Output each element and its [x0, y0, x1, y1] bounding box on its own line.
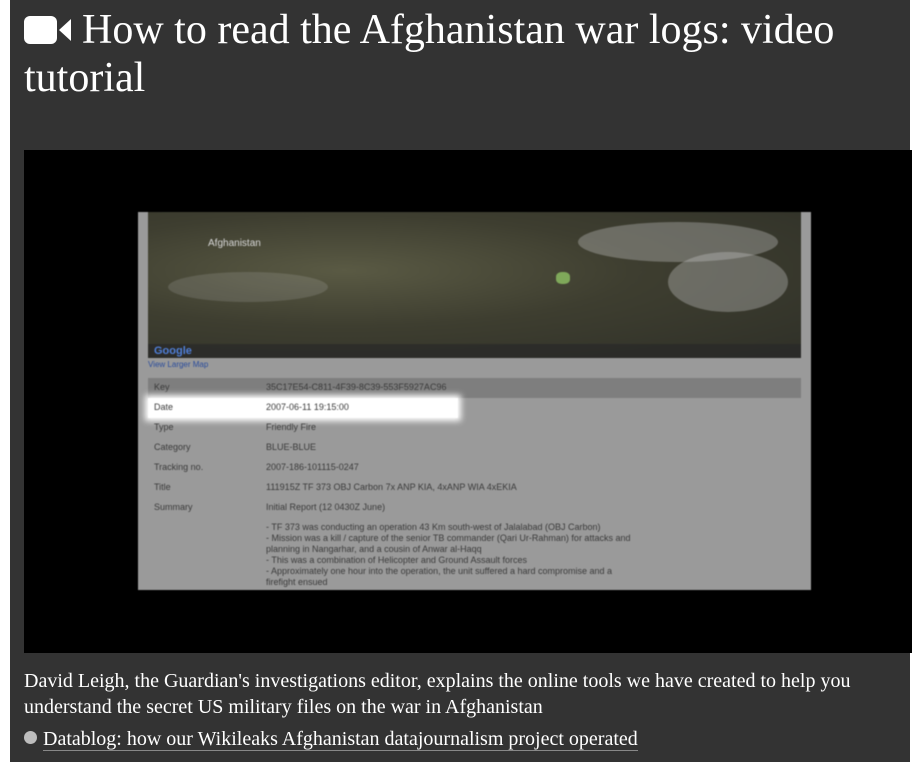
google-logo: Google [154, 345, 192, 357]
article-panel: How to read the Afghanistan war logs: vi… [10, 0, 912, 762]
view-larger-map-link: View Larger Map [148, 360, 209, 369]
map-footer [148, 344, 801, 358]
log-table: Key 35C17E54-C811-4F39-8C39-553F5927AC96… [148, 378, 801, 518]
video-frame[interactable]: Afghanistan Google View Larger Map Key 3… [138, 212, 811, 590]
summary-line: firefight ensued [266, 577, 328, 587]
map-label: Afghanistan [208, 238, 261, 249]
row-value: 111915Z TF 373 OBJ Carbon 7x ANP KIA, 4x… [266, 482, 517, 492]
table-row: Tracking no. 2007-186-101115-0247 [148, 458, 801, 478]
row-key: Key [154, 382, 170, 392]
row-value: Friendly Fire [266, 422, 317, 432]
row-value: Initial Report (12 0430Z June) [266, 502, 386, 512]
table-row: Category BLUE-BLUE [148, 438, 801, 458]
table-row: Title 111915Z TF 373 OBJ Carbon 7x ANP K… [148, 478, 801, 498]
datablog-link[interactable]: Datablog: how our Wikileaks Afghanistan … [43, 728, 638, 751]
page-title-text: How to read the Afghanistan war logs: vi… [24, 7, 835, 101]
summary-line: planning in Nangarhar, and a cousin of A… [266, 544, 482, 554]
row-key: Title [154, 482, 171, 492]
row-value: 2007-186-101115-0247 [266, 462, 359, 472]
row-value: 35C17E54-C811-4F39-8C39-553F5927AC96 [266, 382, 447, 392]
table-row: Key 35C17E54-C811-4F39-8C39-553F5927AC96 [148, 378, 801, 398]
summary-line: - This was a combination of Helicopter a… [266, 555, 527, 565]
row-key: Tracking no. [154, 462, 204, 472]
map-highlight [556, 272, 570, 284]
row-value: BLUE-BLUE [266, 442, 317, 452]
summary-line: - TF 373 was conducting an operation 43 … [266, 522, 601, 532]
map-thumbnail: Afghanistan Google [148, 212, 801, 358]
page-title: How to read the Afghanistan war logs: vi… [24, 6, 904, 102]
table-row: Summary Initial Report (12 0430Z June) [148, 498, 801, 518]
row-key: Category [154, 442, 191, 452]
video-caption: David Leigh, the Guardian's investigatio… [24, 670, 851, 718]
summary-text: - TF 373 was conducting an operation 43 … [266, 522, 806, 588]
summary-line: - Mission was a kill / capture of the se… [266, 533, 631, 543]
video-player[interactable]: Afghanistan Google View Larger Map Key 3… [24, 150, 912, 653]
row-key: Date [154, 402, 174, 412]
table-row-highlighted: Date 2007-06-11 19:15:00 [148, 398, 458, 418]
summary-line: - Approximately one hour into the operat… [266, 566, 613, 576]
table-row: Type Friendly Fire [148, 418, 801, 438]
bullet-icon [24, 731, 37, 744]
video-camera-icon [24, 15, 76, 45]
related-link-item: Datablog: how our Wikileaks Afghanistan … [24, 726, 638, 752]
row-key: Summary [154, 502, 193, 512]
row-value: 2007-06-11 19:15:00 [266, 402, 349, 412]
row-key: Type [154, 422, 174, 432]
